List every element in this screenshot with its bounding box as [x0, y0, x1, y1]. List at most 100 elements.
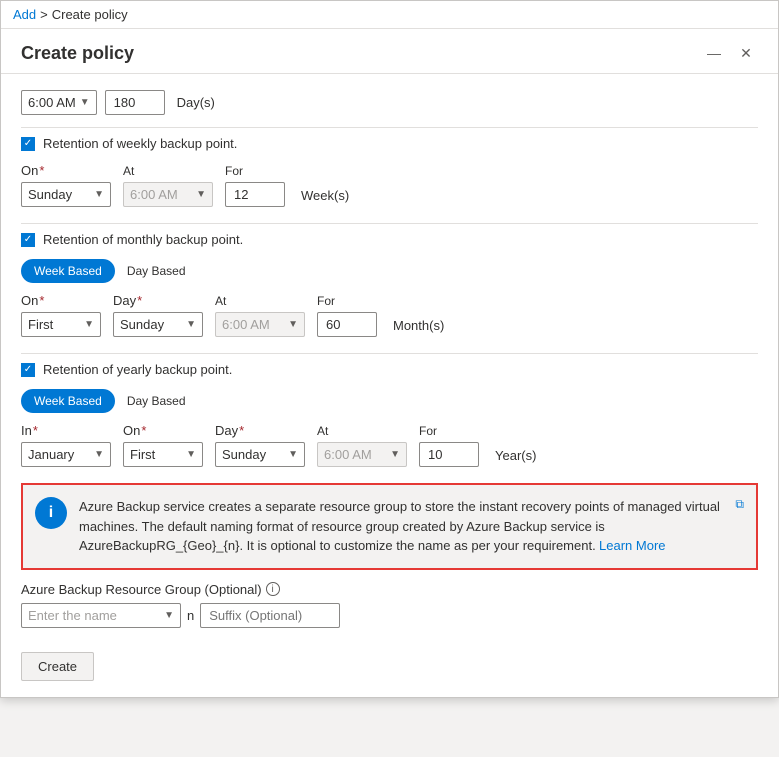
- content-area: 6:00 AM ▼ Day(s) ✓ Retention of weekly b…: [1, 74, 778, 697]
- monthly-unit-label: Month(s): [393, 318, 444, 333]
- resource-group-input-row: Enter the name ▼ n: [21, 603, 758, 628]
- weekly-checkbox[interactable]: ✓: [21, 137, 35, 151]
- chevron-down-icon: ▼: [186, 319, 196, 330]
- weekly-label: Retention of weekly backup point.: [43, 136, 237, 151]
- chevron-down-icon: ▼: [288, 449, 298, 460]
- breadcrumb-sep: >: [40, 7, 48, 22]
- weekly-for-label: For: [225, 164, 285, 178]
- yearly-on-group: On* First ▼: [123, 423, 203, 467]
- chevron-down-icon: ▼: [196, 189, 206, 200]
- yearly-for-input[interactable]: [419, 442, 479, 467]
- monthly-retention-group: ✓ Retention of monthly backup point. Wee…: [21, 232, 758, 337]
- yearly-day-based-button[interactable]: Day Based: [115, 389, 198, 413]
- days-label-top: Day(s): [177, 95, 215, 110]
- weekly-at-group: At 6:00 AM ▼: [123, 164, 213, 207]
- yearly-for-group: For: [419, 424, 479, 467]
- info-text: Azure Backup service creates a separate …: [79, 497, 723, 556]
- close-button[interactable]: ✕: [734, 41, 758, 65]
- breadcrumb-current: Create policy: [52, 7, 128, 22]
- monthly-at-select[interactable]: 6:00 AM ▼: [215, 312, 305, 337]
- weekly-checkbox-row: ✓ Retention of weekly backup point.: [21, 136, 758, 151]
- breadcrumb-add[interactable]: Add: [13, 7, 36, 22]
- chevron-down-icon: ▼: [164, 610, 174, 621]
- yearly-on-label: On*: [123, 423, 203, 438]
- chevron-down-icon: ▼: [94, 449, 104, 460]
- monthly-for-input[interactable]: [317, 312, 377, 337]
- resource-group-sep: n: [187, 608, 194, 623]
- time-select-top[interactable]: 6:00 AM ▼: [21, 90, 97, 115]
- weekly-for-input[interactable]: [225, 182, 285, 207]
- yearly-day-select[interactable]: Sunday ▼: [215, 442, 305, 467]
- monthly-toggle-group: Week Based Day Based: [21, 259, 758, 283]
- chevron-down-icon: ▼: [84, 319, 94, 330]
- weekly-on-group: On* Sunday ▼: [21, 163, 111, 207]
- resource-group-title-row: Azure Backup Resource Group (Optional) i: [21, 582, 758, 597]
- monthly-day-label: Day*: [113, 293, 203, 308]
- weekly-at-select[interactable]: 6:00 AM ▼: [123, 182, 213, 207]
- monthly-checkbox[interactable]: ✓: [21, 233, 35, 247]
- info-icon: i: [35, 497, 67, 529]
- yearly-at-group: At 6:00 AM ▼: [317, 424, 407, 467]
- weekly-on-label: On*: [21, 163, 111, 178]
- page-title: Create policy: [21, 43, 134, 64]
- yearly-at-select[interactable]: 6:00 AM ▼: [317, 442, 407, 467]
- weekly-retention-group: ✓ Retention of weekly backup point. On* …: [21, 136, 758, 207]
- yearly-field-row: In* January ▼ On* First ▼ Day*: [21, 423, 758, 467]
- monthly-week-based-button[interactable]: Week Based: [21, 259, 115, 283]
- resource-group-name-input[interactable]: Enter the name ▼: [21, 603, 181, 628]
- top-row: 6:00 AM ▼ Day(s): [21, 90, 758, 115]
- yearly-toggle-group: Week Based Day Based: [21, 389, 758, 413]
- weekly-on-select[interactable]: Sunday ▼: [21, 182, 111, 207]
- monthly-on-select[interactable]: First ▼: [21, 312, 101, 337]
- monthly-day-based-button[interactable]: Day Based: [115, 259, 198, 283]
- chevron-down-icon: ▼: [80, 97, 90, 108]
- chevron-down-icon: ▼: [186, 449, 196, 460]
- yearly-in-group: In* January ▼: [21, 423, 111, 467]
- yearly-day-label: Day*: [215, 423, 305, 438]
- yearly-on-select[interactable]: First ▼: [123, 442, 203, 467]
- monthly-for-group: For: [317, 294, 377, 337]
- resource-group-section: Azure Backup Resource Group (Optional) i…: [21, 582, 758, 628]
- monthly-for-label: For: [317, 294, 377, 308]
- yearly-week-based-button[interactable]: Week Based: [21, 389, 115, 413]
- monthly-label: Retention of monthly backup point.: [43, 232, 243, 247]
- yearly-label: Retention of yearly backup point.: [43, 362, 232, 377]
- monthly-checkbox-row: ✓ Retention of monthly backup point.: [21, 232, 758, 247]
- yearly-in-label: In*: [21, 423, 111, 438]
- external-link-icon[interactable]: ⧉: [735, 497, 744, 512]
- yearly-checkbox-row: ✓ Retention of yearly backup point.: [21, 362, 758, 377]
- info-box: i Azure Backup service creates a separat…: [21, 483, 758, 570]
- monthly-at-group: At 6:00 AM ▼: [215, 294, 305, 337]
- create-button[interactable]: Create: [21, 652, 94, 681]
- chevron-down-icon: ▼: [288, 319, 298, 330]
- chevron-down-icon: ▼: [390, 449, 400, 460]
- monthly-on-label: On*: [21, 293, 101, 308]
- yearly-retention-group: ✓ Retention of yearly backup point. Week…: [21, 362, 758, 467]
- monthly-day-select[interactable]: Sunday ▼: [113, 312, 203, 337]
- monthly-day-group: Day* Sunday ▼: [113, 293, 203, 337]
- footer: Create: [21, 644, 758, 681]
- resource-group-suffix-input[interactable]: [200, 603, 340, 628]
- create-policy-window: Add > Create policy Create policy — ✕ 6:…: [0, 0, 779, 698]
- weekly-unit-label: Week(s): [301, 188, 349, 203]
- title-bar: Create policy — ✕: [1, 29, 778, 74]
- yearly-at-label: At: [317, 424, 407, 438]
- monthly-field-row: On* First ▼ Day* Sunday ▼ At: [21, 293, 758, 337]
- yearly-for-label: For: [419, 424, 479, 438]
- minimize-button[interactable]: —: [702, 41, 726, 65]
- breadcrumb: Add > Create policy: [1, 1, 778, 29]
- resource-group-info-icon[interactable]: i: [266, 582, 280, 596]
- weekly-at-label: At: [123, 164, 213, 178]
- yearly-day-group: Day* Sunday ▼: [215, 423, 305, 467]
- learn-more-link[interactable]: Learn More: [599, 538, 665, 553]
- yearly-in-select[interactable]: January ▼: [21, 442, 111, 467]
- resource-group-label: Azure Backup Resource Group (Optional): [21, 582, 262, 597]
- yearly-checkbox[interactable]: ✓: [21, 363, 35, 377]
- title-bar-actions: — ✕: [702, 41, 758, 65]
- chevron-down-icon: ▼: [94, 189, 104, 200]
- weekly-field-row: On* Sunday ▼ At 6:00 AM ▼ For: [21, 163, 758, 207]
- days-input-top[interactable]: [105, 90, 165, 115]
- monthly-at-label: At: [215, 294, 305, 308]
- monthly-on-group: On* First ▼: [21, 293, 101, 337]
- weekly-for-group: For: [225, 164, 285, 207]
